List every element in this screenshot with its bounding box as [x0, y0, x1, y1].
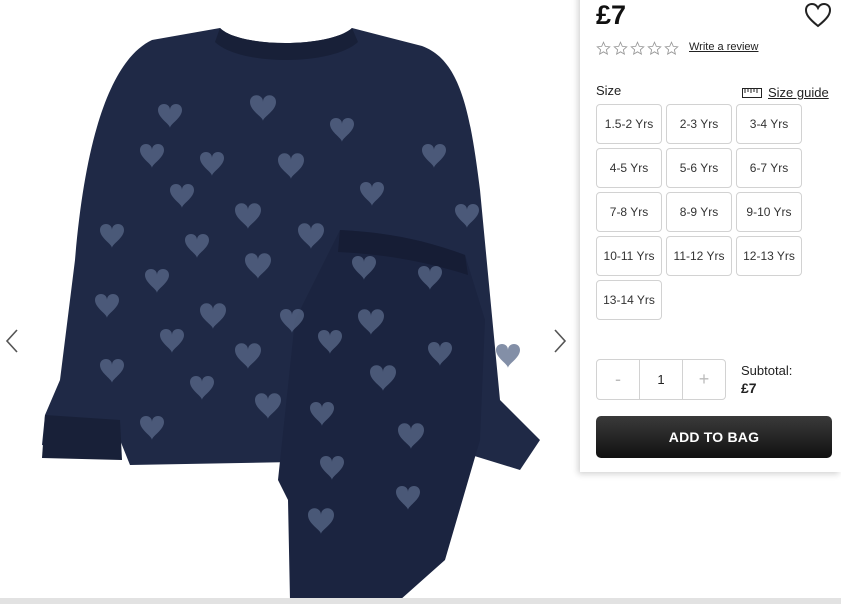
size-option-button[interactable]: 12-13 Yrs: [736, 236, 802, 276]
subtotal-label: Subtotal:: [741, 363, 793, 378]
quantity-input[interactable]: 1: [639, 360, 683, 399]
star-outline-icon: [647, 41, 662, 56]
size-option-button[interactable]: 1.5-2 Yrs: [596, 104, 662, 144]
size-option-button[interactable]: 7-8 Yrs: [596, 192, 662, 232]
quantity-increment-button[interactable]: +: [683, 360, 725, 399]
size-guide-link[interactable]: Size guide: [742, 85, 829, 100]
size-label: Size: [596, 83, 622, 98]
size-option-button[interactable]: 3-4 Yrs: [736, 104, 802, 144]
size-option-button[interactable]: 6-7 Yrs: [736, 148, 802, 188]
add-to-bag-button[interactable]: ADD TO BAG: [596, 416, 832, 458]
quantity-stepper: - 1 +: [596, 359, 726, 400]
ruler-icon: [742, 87, 762, 98]
size-option-button[interactable]: 5-6 Yrs: [666, 148, 732, 188]
horizontal-scrollbar[interactable]: [0, 598, 841, 604]
star-outline-icon: [630, 41, 645, 56]
subtotal-value: £7: [741, 380, 757, 396]
chevron-right-icon[interactable]: [550, 326, 570, 356]
size-option-button[interactable]: 9-10 Yrs: [736, 192, 802, 232]
product-gallery: [0, 0, 580, 604]
write-review-link[interactable]: Write a review: [689, 41, 758, 53]
chevron-left-icon[interactable]: [2, 326, 22, 356]
size-option-button[interactable]: 10-11 Yrs: [596, 236, 662, 276]
product-panel: £7 Write a review Size Size guide 1.5-2 …: [580, 0, 841, 472]
star-outline-icon: [613, 41, 628, 56]
size-option-button[interactable]: 2-3 Yrs: [666, 104, 732, 144]
size-option-button[interactable]: 13-14 Yrs: [596, 280, 662, 320]
star-outline-icon: [664, 41, 679, 56]
size-option-button[interactable]: 8-9 Yrs: [666, 192, 732, 232]
size-option-button[interactable]: 11-12 Yrs: [666, 236, 732, 276]
star-outline-icon: [596, 41, 611, 56]
product-image: [42, 28, 540, 600]
size-guide-label: Size guide: [768, 85, 829, 100]
size-options: 1.5-2 Yrs 2-3 Yrs 3-4 Yrs 4-5 Yrs 5-6 Yr…: [596, 104, 806, 320]
size-option-button[interactable]: 4-5 Yrs: [596, 148, 662, 188]
product-price: £7: [596, 0, 627, 30]
heart-icon[interactable]: [804, 2, 832, 28]
quantity-decrement-button[interactable]: -: [597, 360, 639, 399]
rating-stars: [596, 41, 679, 56]
